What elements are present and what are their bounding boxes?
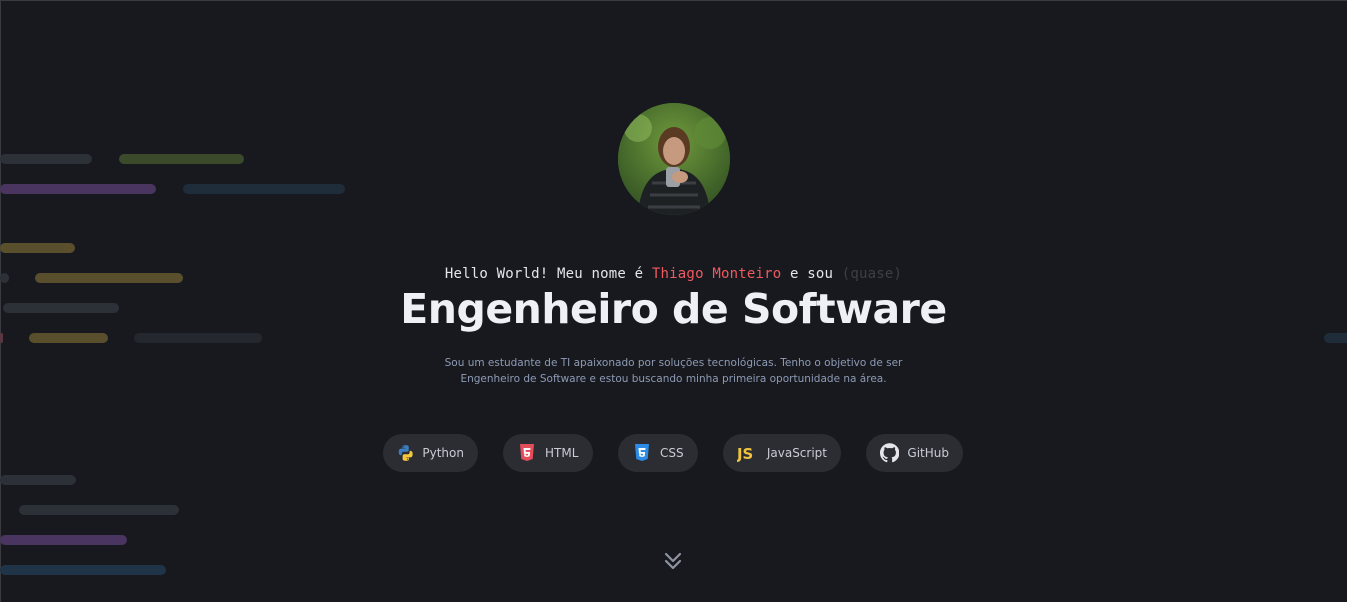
skill-label: HTML bbox=[545, 446, 579, 460]
hero-section: Hello World! Meu nome é Thiago Monteiro … bbox=[0, 0, 1347, 602]
skill-label: JavaScript bbox=[766, 446, 827, 460]
skill-label: CSS bbox=[660, 446, 684, 460]
js-icon: JS bbox=[737, 445, 753, 463]
skill-pill-css[interactable]: CSS bbox=[618, 434, 698, 472]
page-title: Engenheiro de Software bbox=[400, 285, 947, 333]
greeting: Hello World! Meu nome é Thiago Monteiro … bbox=[0, 266, 1347, 282]
github-icon bbox=[880, 443, 900, 463]
description-line: Sou um estudante de TI apaixonado por so… bbox=[444, 357, 903, 369]
skill-pill-javascript[interactable]: JS JavaScript bbox=[723, 434, 841, 472]
svg-text:JS: JS bbox=[737, 445, 753, 463]
skill-pill-github[interactable]: GitHub bbox=[866, 434, 963, 472]
description-line: Engenheiro de Software e estou buscando … bbox=[460, 373, 887, 385]
skill-pill-python[interactable]: Python bbox=[383, 434, 478, 472]
css3-icon bbox=[635, 444, 649, 461]
chevron-down-icon[interactable] bbox=[662, 550, 684, 576]
greeting-muted: (quase) bbox=[841, 266, 903, 282]
skill-label: Python bbox=[422, 446, 464, 460]
greeting-middle: e sou bbox=[781, 266, 842, 282]
skill-pill-html[interactable]: HTML bbox=[503, 434, 593, 472]
name-highlight: Thiago Monteiro bbox=[651, 266, 782, 282]
html5-icon bbox=[520, 444, 534, 461]
avatar bbox=[618, 103, 730, 215]
greeting-prefix: Hello World! Meu nome é bbox=[444, 266, 652, 282]
description: Sou um estudante de TI apaixonado por so… bbox=[440, 355, 907, 387]
skill-label: GitHub bbox=[907, 446, 949, 460]
python-icon bbox=[398, 445, 413, 461]
